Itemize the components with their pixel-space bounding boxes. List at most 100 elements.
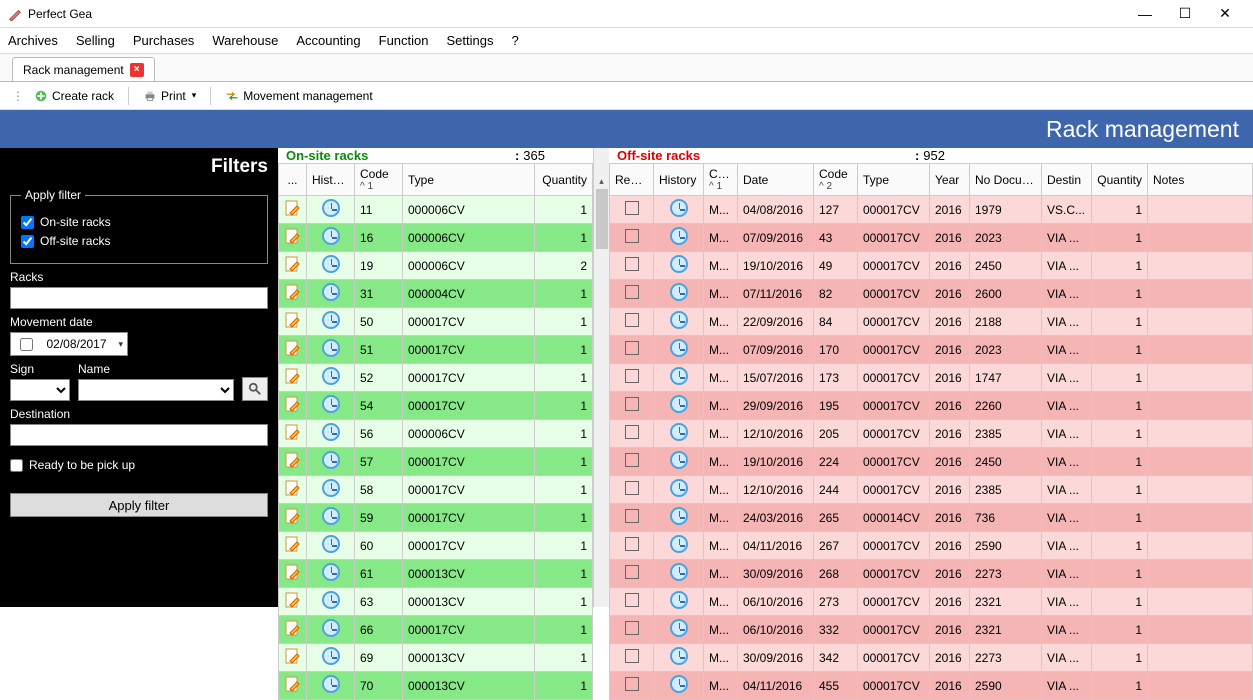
table-row[interactable]: 31000004CV1 [279, 280, 593, 308]
history-cell[interactable] [307, 448, 355, 476]
table-row[interactable]: M...24/03/2016265000014CV2016736VIA ...1 [610, 504, 1253, 532]
ready-cell[interactable] [610, 644, 654, 672]
movement-management-button[interactable]: Movement management [221, 87, 376, 105]
edit-cell[interactable] [279, 672, 307, 700]
history-cell[interactable] [654, 588, 704, 616]
col-code[interactable]: Code^ 2 [814, 164, 858, 196]
col-quantity[interactable]: Quantity [535, 164, 593, 196]
edit-cell[interactable] [279, 644, 307, 672]
menu-selling[interactable]: Selling [76, 33, 115, 48]
menu-function[interactable]: Function [379, 33, 429, 48]
table-row[interactable]: M...19/10/2016224000017CV20162450VIA ...… [610, 448, 1253, 476]
menu-help[interactable]: ? [512, 33, 519, 48]
history-cell[interactable] [654, 616, 704, 644]
col-ready[interactable]: Ready [610, 164, 654, 196]
ready-cell[interactable] [610, 280, 654, 308]
col-quantity[interactable]: Quantity [1092, 164, 1148, 196]
edit-cell[interactable] [279, 224, 307, 252]
ready-cell[interactable] [610, 476, 654, 504]
close-button[interactable]: ✕ [1205, 2, 1245, 26]
table-row[interactable]: 52000017CV1 [279, 364, 593, 392]
history-cell[interactable] [654, 532, 704, 560]
create-rack-button[interactable]: Create rack [30, 87, 118, 105]
ready-cell[interactable] [610, 532, 654, 560]
history-cell[interactable] [654, 448, 704, 476]
history-cell[interactable] [654, 504, 704, 532]
history-cell[interactable] [307, 224, 355, 252]
table-row[interactable]: M...15/07/2016173000017CV20161747VIA ...… [610, 364, 1253, 392]
ready-cell[interactable] [610, 224, 654, 252]
ready-cell[interactable] [610, 364, 654, 392]
ready-cell[interactable] [610, 504, 654, 532]
history-cell[interactable] [654, 336, 704, 364]
col-destin[interactable]: Destin [1042, 164, 1092, 196]
edit-cell[interactable] [279, 392, 307, 420]
table-row[interactable]: 16000006CV1 [279, 224, 593, 252]
minimize-button[interactable]: — [1125, 2, 1165, 26]
history-cell[interactable] [307, 336, 355, 364]
date-enable-checkbox[interactable] [15, 338, 38, 351]
col-date[interactable]: Date [738, 164, 814, 196]
table-row[interactable]: M...06/10/2016332000017CV20162321VIA ...… [610, 616, 1253, 644]
table-row[interactable]: 63000013CV1 [279, 588, 593, 616]
table-row[interactable]: 51000017CV1 [279, 336, 593, 364]
ready-cell[interactable] [610, 448, 654, 476]
menu-settings[interactable]: Settings [447, 33, 494, 48]
offsite-checkbox[interactable] [21, 235, 34, 248]
tab-rack-management[interactable]: Rack management × [12, 57, 155, 81]
sign-select[interactable] [10, 379, 70, 401]
history-cell[interactable] [307, 504, 355, 532]
history-cell[interactable] [307, 644, 355, 672]
edit-cell[interactable] [279, 476, 307, 504]
history-cell[interactable] [307, 196, 355, 224]
col-type[interactable]: Type [403, 164, 535, 196]
history-cell[interactable] [307, 280, 355, 308]
edit-cell[interactable] [279, 616, 307, 644]
history-cell[interactable] [307, 588, 355, 616]
col-year[interactable]: Year [930, 164, 970, 196]
table-row[interactable]: M...12/10/2016244000017CV20162385VIA ...… [610, 476, 1253, 504]
movement-date-picker[interactable]: ▾ [10, 332, 128, 356]
history-cell[interactable] [307, 392, 355, 420]
history-cell[interactable] [654, 672, 704, 700]
ready-cell[interactable] [610, 392, 654, 420]
history-cell[interactable] [307, 672, 355, 700]
col-history[interactable]: History [307, 164, 355, 196]
history-cell[interactable] [654, 364, 704, 392]
table-row[interactable]: 61000013CV1 [279, 560, 593, 588]
table-row[interactable]: M...07/09/201643000017CV20162023VIA ...1 [610, 224, 1253, 252]
history-cell[interactable] [654, 196, 704, 224]
table-row[interactable]: M...07/09/2016170000017CV20162023VIA ...… [610, 336, 1253, 364]
history-cell[interactable] [654, 420, 704, 448]
history-cell[interactable] [307, 420, 355, 448]
edit-cell[interactable] [279, 448, 307, 476]
table-row[interactable]: 69000013CV1 [279, 644, 593, 672]
ready-checkbox[interactable] [10, 459, 23, 472]
table-row[interactable]: M...12/10/2016205000017CV20162385VIA ...… [610, 420, 1253, 448]
history-cell[interactable] [654, 392, 704, 420]
table-row[interactable]: M...04/11/2016267000017CV20162590VIA ...… [610, 532, 1253, 560]
ready-cell[interactable] [610, 196, 654, 224]
table-row[interactable]: M...07/11/201682000017CV20162600VIA ...1 [610, 280, 1253, 308]
table-row[interactable]: 60000017CV1 [279, 532, 593, 560]
table-row[interactable]: M...06/10/2016273000017CV20162321VIA ...… [610, 588, 1253, 616]
history-cell[interactable] [654, 644, 704, 672]
edit-cell[interactable] [279, 560, 307, 588]
history-cell[interactable] [307, 616, 355, 644]
table-row[interactable]: 58000017CV1 [279, 476, 593, 504]
edit-cell[interactable] [279, 588, 307, 616]
history-cell[interactable] [654, 280, 704, 308]
table-row[interactable]: M...22/09/201684000017CV20162188VIA ...1 [610, 308, 1253, 336]
ready-cell[interactable] [610, 420, 654, 448]
table-row[interactable]: 54000017CV1 [279, 392, 593, 420]
history-cell[interactable] [654, 560, 704, 588]
history-cell[interactable] [307, 364, 355, 392]
menu-purchases[interactable]: Purchases [133, 33, 194, 48]
edit-cell[interactable] [279, 336, 307, 364]
edit-cell[interactable] [279, 420, 307, 448]
print-button[interactable]: Print ▾ [139, 87, 200, 105]
table-row[interactable]: 57000017CV1 [279, 448, 593, 476]
ready-cell[interactable] [610, 336, 654, 364]
name-search-button[interactable] [242, 377, 268, 401]
edit-cell[interactable] [279, 504, 307, 532]
